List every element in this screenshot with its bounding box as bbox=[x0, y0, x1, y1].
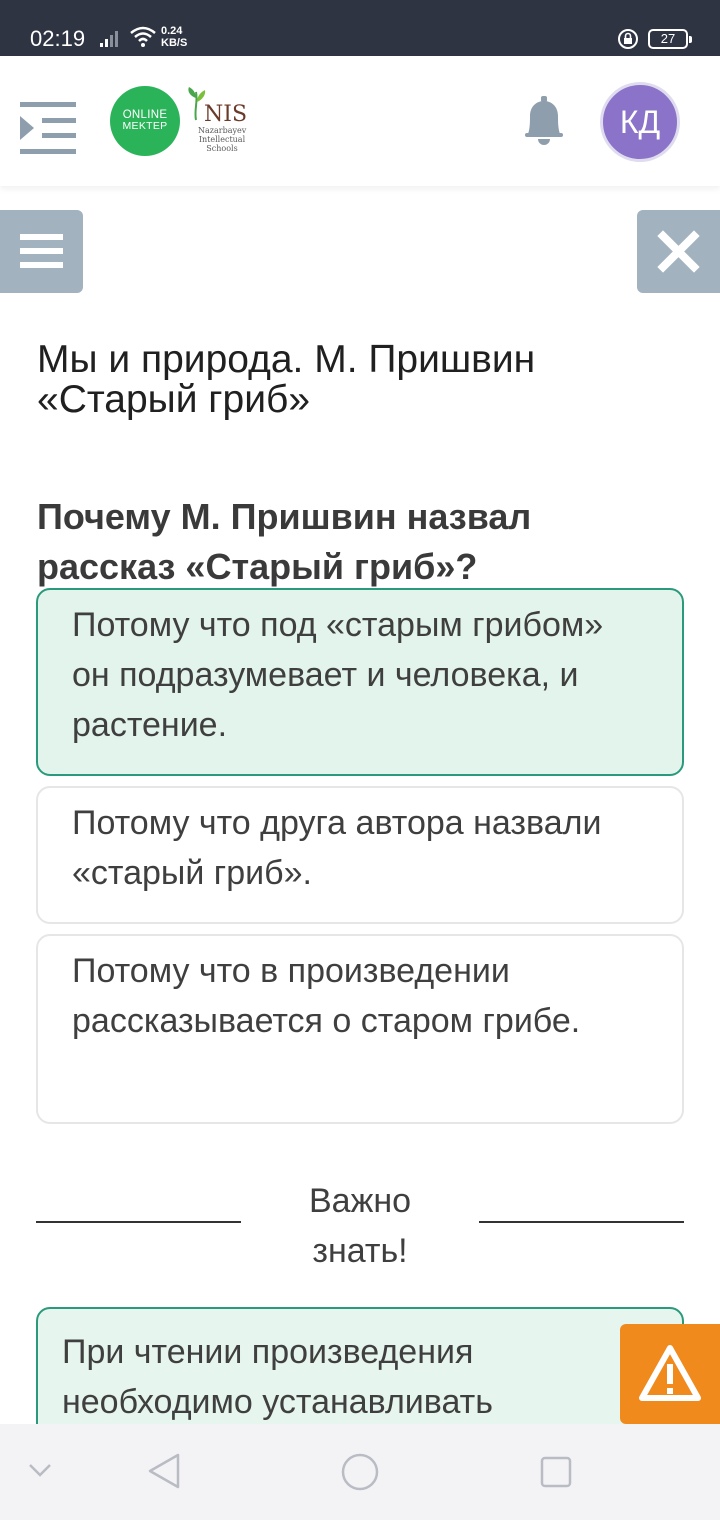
divider-right bbox=[479, 1221, 684, 1223]
close-button[interactable] bbox=[637, 210, 720, 293]
logo-nis-subtitle: Nazarbayev Intellectual Schools bbox=[198, 126, 247, 153]
sidebar-menu-button[interactable] bbox=[0, 210, 83, 293]
network-speed-unit: KB/S bbox=[161, 37, 188, 49]
important-info-text: При чтении произведения необходимо устан… bbox=[62, 1333, 493, 1421]
answer-option-3[interactable]: Потому что в произведении рассказывается… bbox=[36, 934, 684, 1124]
back-triangle-icon[interactable] bbox=[146, 1452, 182, 1490]
status-bar: 02:19 0.24 KB/S 27 bbox=[0, 0, 720, 56]
report-problem-button[interactable] bbox=[620, 1324, 720, 1424]
app-header: ONLINE MEKTEP NIS Nazarbayev Intellectua… bbox=[0, 56, 720, 186]
user-avatar[interactable]: КД bbox=[600, 82, 680, 162]
important-heading: Важно знать! bbox=[308, 1182, 412, 1270]
network-speed-value: 0.24 bbox=[161, 25, 183, 37]
logo-nis-text: NIS bbox=[204, 102, 248, 127]
nis-logo: NIS Nazarbayev Intellectual Schools bbox=[184, 86, 250, 158]
recents-square-icon[interactable] bbox=[540, 1456, 572, 1488]
answer-option-2[interactable]: Потому что друга автора назвали «старый … bbox=[36, 786, 684, 924]
lesson-title: Мы и природа. М. Пришвин «Старый гриб» bbox=[37, 338, 536, 421]
signal-icon bbox=[100, 31, 118, 47]
chevron-down-icon[interactable] bbox=[28, 1462, 52, 1478]
network-speed: 0.24 KB/S bbox=[161, 25, 187, 49]
rotation-lock-icon bbox=[618, 29, 638, 49]
menu-indent-icon[interactable] bbox=[18, 100, 78, 156]
divider-left bbox=[36, 1221, 241, 1223]
battery-indicator: 27 bbox=[648, 29, 692, 49]
system-navigation-bar bbox=[0, 1424, 720, 1520]
logo-mektep-text: MEKTEP bbox=[122, 120, 168, 132]
online-mektep-logo[interactable]: ONLINE MEKTEP bbox=[110, 86, 180, 156]
wifi-icon bbox=[130, 26, 156, 47]
question-text: Почему М. Пришвин назвал рассказ «Старый… bbox=[37, 496, 532, 587]
bell-icon[interactable] bbox=[522, 96, 566, 146]
close-icon bbox=[657, 230, 700, 273]
home-circle-icon[interactable] bbox=[340, 1452, 380, 1492]
warning-triangle-icon bbox=[639, 1345, 701, 1401]
hamburger-icon bbox=[20, 234, 63, 268]
status-time: 02:19 bbox=[30, 26, 86, 51]
answer-option-1[interactable]: Потому что под «старым грибом» он подраз… bbox=[36, 588, 684, 776]
